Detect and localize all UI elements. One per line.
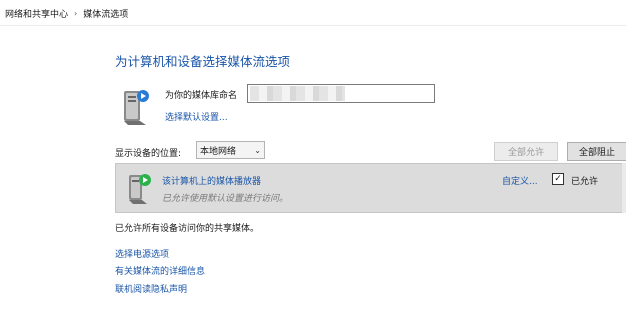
redacted-name-blur [250, 86, 345, 101]
block-all-button[interactable]: 全部阻止 [567, 142, 626, 161]
choose-default-settings-link[interactable]: 选择默认设置... [165, 110, 228, 123]
show-devices-label: 显示设备的位置: [115, 149, 182, 159]
allow-all-button[interactable]: 全部允许 [494, 142, 558, 161]
allowed-checkbox[interactable]: ✓ [552, 173, 564, 185]
location-dropdown[interactable]: 本地网络 ⌄ [196, 141, 265, 159]
media-library-icon [124, 90, 149, 125]
status-text: 已允许所有设备访问你的共享媒体。 [115, 224, 260, 234]
privacy-statement-link[interactable]: 联机阅读隐私声明 [115, 282, 187, 295]
device-description: 已允许使用默认设置进行访问。 [162, 194, 289, 204]
breadcrumb-network-center[interactable]: 网络和共享中心 [5, 7, 68, 20]
page-title: 为计算机和设备选择媒体流选项 [115, 54, 291, 69]
breadcrumb-separator-icon: › [74, 8, 78, 18]
device-name-link[interactable]: 该计算机上的媒体播放器 [162, 174, 261, 187]
top-divider [0, 25, 626, 26]
allowed-label: 已允许 [571, 177, 599, 187]
media-streaming-info-link[interactable]: 有关媒体流的详细信息 [115, 264, 205, 277]
device-row[interactable] [115, 163, 626, 213]
location-dropdown-value: 本地网络 [200, 146, 237, 157]
customize-link[interactable]: 自定义... [502, 174, 538, 187]
media-player-device-icon [129, 174, 151, 204]
scrollbar[interactable] [622, 163, 626, 213]
breadcrumb: 网络和共享中心 › 媒体流选项 [5, 6, 128, 20]
library-name-label: 为你的媒体库命名 [165, 91, 238, 101]
power-options-link[interactable]: 选择电源选项 [115, 247, 169, 260]
breadcrumb-media-streaming[interactable]: 媒体流选项 [83, 7, 128, 20]
chevron-down-icon: ⌄ [254, 145, 261, 155]
